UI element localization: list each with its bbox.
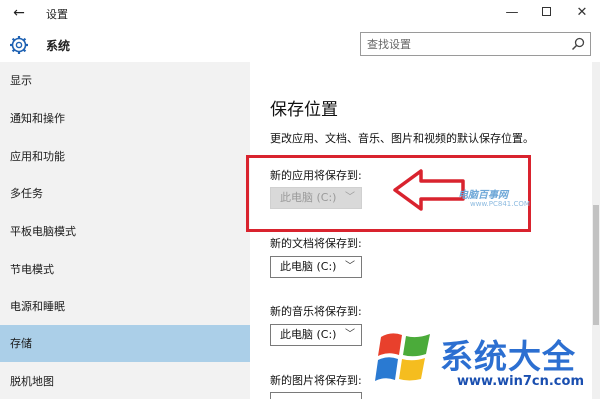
page-description: 更改应用、文档、音乐、图片和视频的默认保存位置。: [270, 132, 534, 145]
window-title: 设置: [46, 8, 68, 21]
search-box[interactable]: [360, 32, 591, 56]
search-input[interactable]: [367, 35, 562, 53]
sidebar-item-apps[interactable]: 应用和功能: [0, 138, 250, 175]
sidebar-item-notifications[interactable]: 通知和操作: [0, 100, 250, 137]
title-bar: ← 设置 — ✕: [0, 0, 600, 26]
sidebar-item-tablet-mode[interactable]: 平板电脑模式: [0, 213, 250, 250]
maximize-button[interactable]: [534, 3, 558, 23]
sidebar-item-battery-saver[interactable]: 节电模式: [0, 251, 250, 288]
documents-save-label: 新的文档将保存到:: [270, 237, 362, 250]
gear-icon: [10, 36, 28, 54]
watermark-brand-url: www.win7cn.com: [457, 374, 584, 389]
chevron-down-icon: ﹀: [345, 261, 355, 272]
sidebar-item-power-sleep[interactable]: 电源和睡眠: [0, 288, 250, 325]
back-arrow-icon[interactable]: ←: [10, 4, 28, 22]
watermark-site-url: www.PC841.COM: [470, 200, 530, 208]
windows-logo-icon: [375, 333, 430, 381]
scrollbar-thumb[interactable]: [593, 205, 599, 325]
sidebar-item-multitasking[interactable]: 多任务: [0, 175, 250, 212]
minimize-button[interactable]: —: [500, 3, 524, 23]
sidebar-item-storage[interactable]: 存储: [0, 325, 250, 362]
sidebar-item-offline-maps[interactable]: 脱机地图: [0, 363, 250, 399]
sidebar-item-display[interactable]: 显示: [0, 62, 250, 99]
music-save-value: 此电脑 (C:): [280, 328, 337, 341]
chevron-down-icon: ﹀: [345, 329, 355, 340]
watermark-site: 电脑百事网: [458, 190, 508, 201]
documents-save-dropdown[interactable]: 此电脑 (C:) ﹀: [270, 256, 362, 278]
page-section-title: 系统: [46, 39, 71, 53]
search-icon[interactable]: [571, 37, 585, 51]
close-button[interactable]: ✕: [570, 3, 594, 23]
music-save-dropdown[interactable]: 此电脑 (C:) ﹀: [270, 324, 362, 346]
left-arrow-annotation-icon: [393, 169, 465, 211]
page-title: 保存位置: [270, 100, 338, 120]
pictures-save-label: 新的图片将保存到:: [270, 374, 362, 387]
music-save-label: 新的音乐将保存到:: [270, 305, 362, 318]
pictures-save-dropdown[interactable]: [270, 392, 362, 399]
maximize-icon: [541, 6, 551, 16]
documents-save-value: 此电脑 (C:): [280, 260, 337, 273]
watermark-brand: 系统大全: [440, 337, 576, 376]
